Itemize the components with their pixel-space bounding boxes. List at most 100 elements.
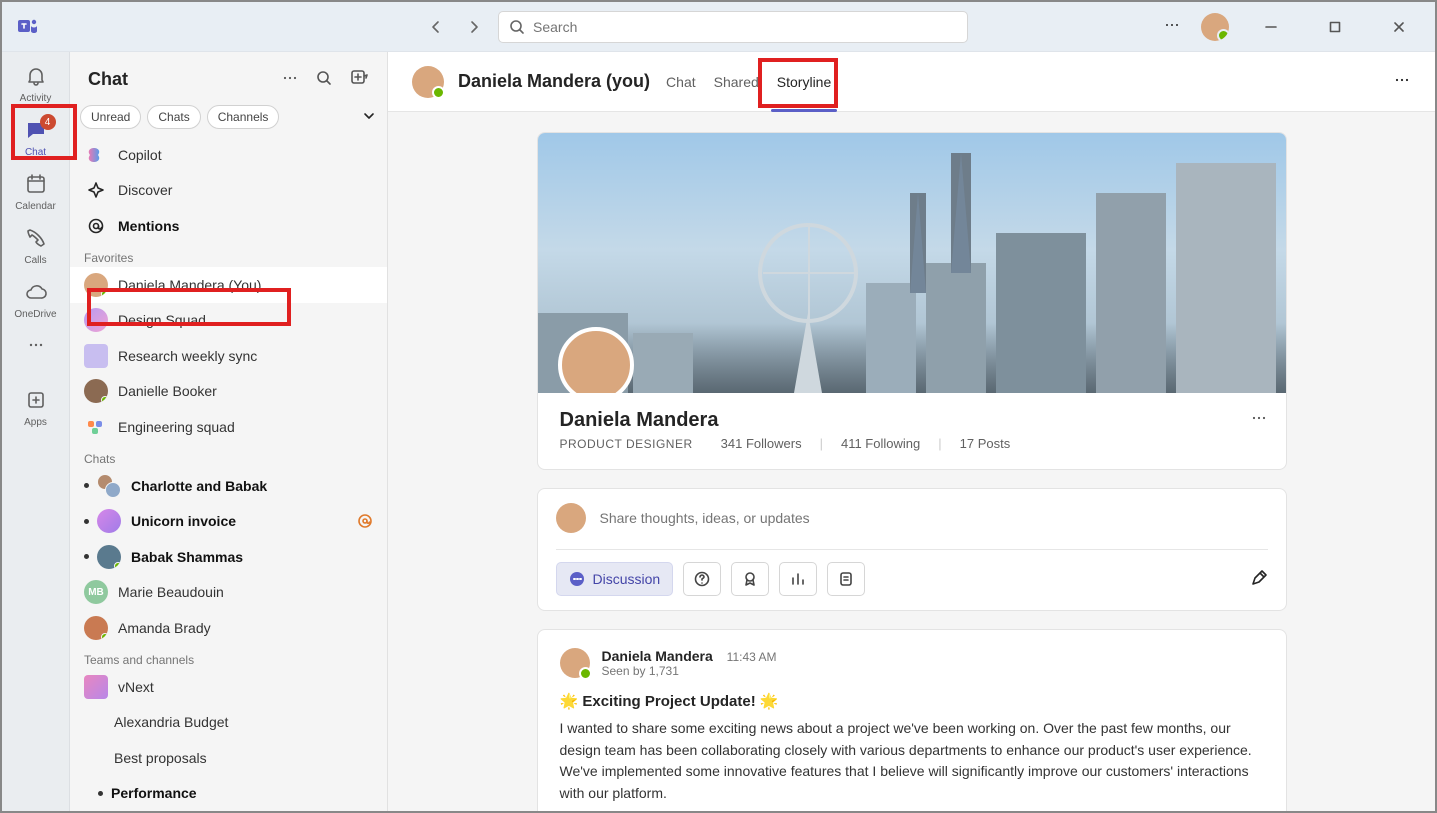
rail-more[interactable] (6, 328, 66, 362)
post-avatar[interactable] (560, 648, 590, 678)
tab-chat[interactable]: Chat (664, 52, 698, 112)
entry-label: Performance (111, 785, 373, 801)
chat-badge: 4 (40, 114, 56, 130)
avatar: MB (84, 580, 108, 604)
tab-shared[interactable]: Shared (712, 52, 761, 112)
profile-following[interactable]: 411 Following (841, 436, 920, 451)
profile-card: Daniela Mandera PRODUCT DESIGNER 341 Fol… (537, 132, 1287, 470)
app-rail: Activity 4 Chat Calendar Calls OneDrive (2, 52, 70, 811)
avatar (97, 509, 121, 533)
entry-label: Mentions (118, 218, 373, 234)
compose-card: Discussion (537, 488, 1287, 611)
rail-label: OneDrive (14, 309, 56, 320)
compose-input[interactable] (600, 510, 1268, 526)
format-button[interactable] (1250, 569, 1268, 590)
collapse-button[interactable] (361, 108, 377, 127)
chat-list-panel: Chat Unread Chats Channels Copilot Disco… (70, 52, 388, 811)
entry-babak-shammas[interactable]: Babak Shammas (70, 539, 387, 574)
filter-channels[interactable]: Channels (207, 105, 280, 129)
post-seen: Seen by 1,731 (602, 664, 777, 678)
avatar (84, 379, 108, 403)
rail-calendar[interactable]: Calendar (6, 166, 66, 218)
entry-mentions[interactable]: Mentions (70, 208, 387, 243)
entry-charlotte-babak[interactable]: Charlotte and Babak (70, 468, 387, 503)
window-maximize-button[interactable] (1313, 12, 1357, 42)
chat-filter-button[interactable] (315, 69, 333, 90)
entry-label: vNext (118, 679, 373, 695)
article-icon (837, 570, 855, 588)
rail-label: Activity (20, 93, 52, 104)
entry-self[interactable]: Daniela Mandera (You) (70, 267, 387, 302)
rail-apps[interactable]: Apps (6, 382, 66, 434)
rail-onedrive[interactable]: OneDrive (6, 274, 66, 326)
profile-role: PRODUCT DESIGNER (560, 437, 693, 451)
entry-vnext[interactable]: vNext (70, 669, 387, 704)
poll-button[interactable] (779, 562, 817, 596)
poll-icon (789, 570, 807, 588)
entry-amanda-brady[interactable]: Amanda Brady (70, 610, 387, 645)
entry-design-squad[interactable]: Design Squad (70, 303, 387, 338)
profile-avatar[interactable] (558, 327, 634, 393)
rail-chat[interactable]: 4 Chat (6, 112, 66, 164)
filter-unread[interactable]: Unread (80, 105, 141, 129)
content-header: Daniela Mandera (you) Chat Shared Storyl… (388, 52, 1435, 112)
entry-unicorn-invoice[interactable]: Unicorn invoice (70, 504, 387, 539)
avatar (84, 273, 108, 297)
window-minimize-button[interactable] (1249, 12, 1293, 42)
profile-meta: PRODUCT DESIGNER 341 Followers | 411 Fol… (560, 436, 1264, 451)
current-user-avatar[interactable] (1201, 13, 1229, 41)
window-close-button[interactable] (1377, 12, 1421, 42)
entry-copilot[interactable]: Copilot (70, 137, 387, 172)
qa-icon (693, 570, 711, 588)
entry-danielle-booker[interactable]: Danielle Booker (70, 373, 387, 408)
profile-name: Daniela Mandera (560, 409, 1264, 432)
avatar (97, 545, 121, 569)
article-button[interactable] (827, 562, 865, 596)
chat-icon: 4 (24, 118, 48, 145)
search-box[interactable] (498, 11, 968, 43)
channel-best-proposals[interactable]: Best proposals (70, 740, 387, 775)
post-time: 11:43 AM (727, 650, 777, 664)
chat-more-button[interactable] (281, 69, 299, 90)
nav-back-button[interactable] (422, 13, 450, 41)
avatar (84, 344, 108, 368)
profile-followers[interactable]: 341 Followers (721, 436, 802, 451)
profile-hero-image (538, 133, 1286, 393)
filter-row: Unread Chats Channels (70, 99, 387, 137)
channel-alexandria[interactable]: Alexandria Budget (70, 705, 387, 740)
entry-discover[interactable]: Discover (70, 172, 387, 207)
filter-chats[interactable]: Chats (147, 105, 200, 129)
bell-icon (24, 64, 48, 91)
discussion-button[interactable]: Discussion (556, 562, 674, 596)
praise-button[interactable] (731, 562, 769, 596)
badge-icon (741, 570, 759, 588)
entry-label: Copilot (118, 147, 373, 163)
profile-more-button[interactable] (1250, 409, 1268, 430)
search-input[interactable] (533, 19, 957, 35)
entry-label: Danielle Booker (118, 383, 373, 399)
rail-activity[interactable]: Activity (6, 58, 66, 110)
entry-marie-beaudouin[interactable]: MB Marie Beaudouin (70, 574, 387, 609)
avatar (84, 415, 108, 439)
post-author[interactable]: Daniela Mandera (602, 648, 713, 664)
qa-button[interactable] (683, 562, 721, 596)
header-avatar[interactable] (412, 66, 444, 98)
nav-forward-button[interactable] (460, 13, 488, 41)
entry-engineering-squad[interactable]: Engineering squad (70, 409, 387, 444)
rail-calls[interactable]: Calls (6, 220, 66, 272)
entry-research-sync[interactable]: Research weekly sync (70, 338, 387, 373)
cloud-icon (24, 280, 48, 307)
unread-dot (84, 519, 89, 524)
entry-label: Unicorn invoice (131, 513, 347, 529)
tab-storyline[interactable]: Storyline (775, 52, 833, 112)
section-favorites: Favorites (70, 243, 387, 267)
profile-posts[interactable]: 17 Posts (960, 436, 1011, 451)
entry-label: Discover (118, 182, 373, 198)
more-options-button[interactable] (1163, 16, 1181, 37)
new-chat-button[interactable] (349, 68, 369, 91)
channel-performance[interactable]: Performance (70, 776, 387, 811)
header-more-button[interactable] (1393, 71, 1411, 92)
apps-icon (24, 388, 48, 415)
mention-badge-icon (357, 513, 373, 529)
avatar (84, 616, 108, 640)
